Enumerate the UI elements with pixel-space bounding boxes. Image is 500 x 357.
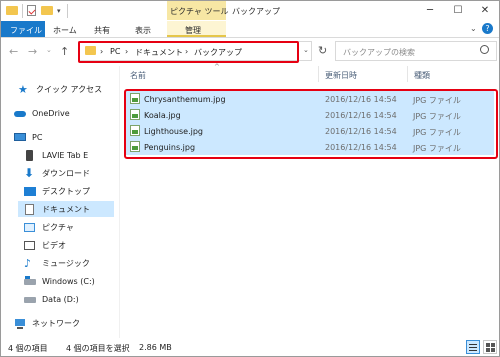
tab-manage[interactable]: 管理 <box>185 25 201 36</box>
nav-label: クイック アクセス <box>36 84 103 94</box>
details-view-icon <box>469 344 477 345</box>
column-divider[interactable] <box>407 66 408 82</box>
back-arrow-icon[interactable]: ← <box>9 45 18 58</box>
details-view-button[interactable] <box>466 340 480 354</box>
device-icon <box>24 149 36 161</box>
tab-home[interactable]: ホーム <box>53 25 77 36</box>
nav-item-data-d[interactable]: Data (D:) <box>24 291 79 307</box>
column-header-type[interactable]: 種類 <box>414 70 430 81</box>
nav-item-downloads[interactable]: ⬇ ダウンロード <box>24 165 90 181</box>
forward-arrow-icon[interactable]: → <box>28 45 37 58</box>
nav-item-onedrive[interactable]: OneDrive <box>14 105 70 121</box>
properties-icon[interactable] <box>27 5 36 16</box>
address-highlight-frame <box>78 41 299 63</box>
computer-icon <box>14 132 26 143</box>
search-icon <box>480 45 489 54</box>
nav-item-videos[interactable]: ビデオ <box>24 237 66 253</box>
status-selection: 4 個の項目を選択 <box>66 344 130 353</box>
video-icon <box>24 240 36 251</box>
nav-item-quick-access[interactable]: ★ クイック アクセス <box>18 81 102 97</box>
desktop-icon <box>24 186 36 197</box>
download-icon: ⬇ <box>24 165 35 180</box>
address-dropdown-icon[interactable]: ⌄ <box>303 46 309 54</box>
tab-file-label: ファイル <box>10 26 42 35</box>
tab-file[interactable]: ファイル <box>1 21 45 37</box>
large-icons-view-button[interactable] <box>483 340 497 354</box>
nav-label: ダウンロード <box>42 168 90 178</box>
window-title: バックアップ <box>232 7 280 16</box>
help-icon[interactable]: ? <box>482 23 493 34</box>
up-arrow-icon[interactable]: ↑ <box>60 45 69 58</box>
nav-label: LAVIE Tab E <box>42 150 89 160</box>
network-icon <box>14 318 26 329</box>
nav-label: Windows (C:) <box>42 276 95 286</box>
nav-item-network[interactable]: ネットワーク <box>14 315 80 331</box>
divider <box>67 4 68 18</box>
contextual-group-label: ピクチャ ツール <box>170 7 229 16</box>
minimize-button[interactable]: ─ <box>417 1 443 20</box>
nav-label: ネットワーク <box>32 318 80 328</box>
nav-label: Data (D:) <box>42 294 79 304</box>
column-divider[interactable] <box>318 66 319 82</box>
nav-label: ビデオ <box>42 240 66 250</box>
nav-label: ミュージック <box>42 258 90 268</box>
divider <box>22 4 23 18</box>
pictures-icon <box>24 222 36 233</box>
large-icons-view-icon <box>486 343 490 347</box>
recent-locations-icon[interactable]: ⌄ <box>46 46 52 54</box>
tab-view[interactable]: 表示 <box>135 25 151 36</box>
sort-indicator-icon: ^ <box>214 63 220 71</box>
folder-icon[interactable] <box>6 6 18 15</box>
cloud-icon <box>14 108 26 119</box>
files-highlight-frame <box>124 89 498 159</box>
nav-item-pc[interactable]: PC <box>14 129 42 145</box>
music-icon: ♪ <box>24 256 32 270</box>
close-button[interactable]: ✕ <box>472 1 498 20</box>
nav-label: ピクチャ <box>42 222 74 232</box>
nav-item-music[interactable]: ♪ ミュージック <box>24 255 90 271</box>
new-folder-icon[interactable] <box>41 6 53 15</box>
nav-label: ドキュメント <box>42 204 90 214</box>
nav-item-pictures[interactable]: ピクチャ <box>24 219 74 235</box>
nav-label: OneDrive <box>32 108 70 118</box>
pane-splitter[interactable] <box>119 66 120 338</box>
documents-icon <box>24 203 36 215</box>
nav-item-documents[interactable]: ドキュメント <box>18 201 114 217</box>
search-placeholder: バックアップの検索 <box>343 48 415 57</box>
drive-icon <box>24 275 36 287</box>
drive-icon <box>24 294 36 305</box>
nav-item-windows-c[interactable]: Windows (C:) <box>24 273 95 289</box>
nav-label: デスクトップ <box>42 186 90 196</box>
column-header-name[interactable]: 名前 <box>130 70 146 81</box>
column-header-modified[interactable]: 更新日時 <box>325 70 357 81</box>
maximize-button[interactable]: ☐ <box>445 1 471 20</box>
quick-access-toolbar: ▾ <box>6 4 72 18</box>
status-size: 2.86 MB <box>139 343 172 352</box>
customize-toolbar-icon[interactable]: ▾ <box>57 7 61 15</box>
nav-item-desktop[interactable]: デスクトップ <box>24 183 90 199</box>
refresh-icon[interactable]: ↻ <box>318 44 327 57</box>
status-item-count: 4 個の項目 <box>8 344 48 353</box>
chevron-down-icon[interactable]: ⌄ <box>470 24 477 33</box>
star-icon: ★ <box>18 82 28 96</box>
nav-item-lavie-tab[interactable]: LAVIE Tab E <box>24 147 88 163</box>
nav-label: PC <box>32 132 43 142</box>
tab-share[interactable]: 共有 <box>94 25 110 36</box>
